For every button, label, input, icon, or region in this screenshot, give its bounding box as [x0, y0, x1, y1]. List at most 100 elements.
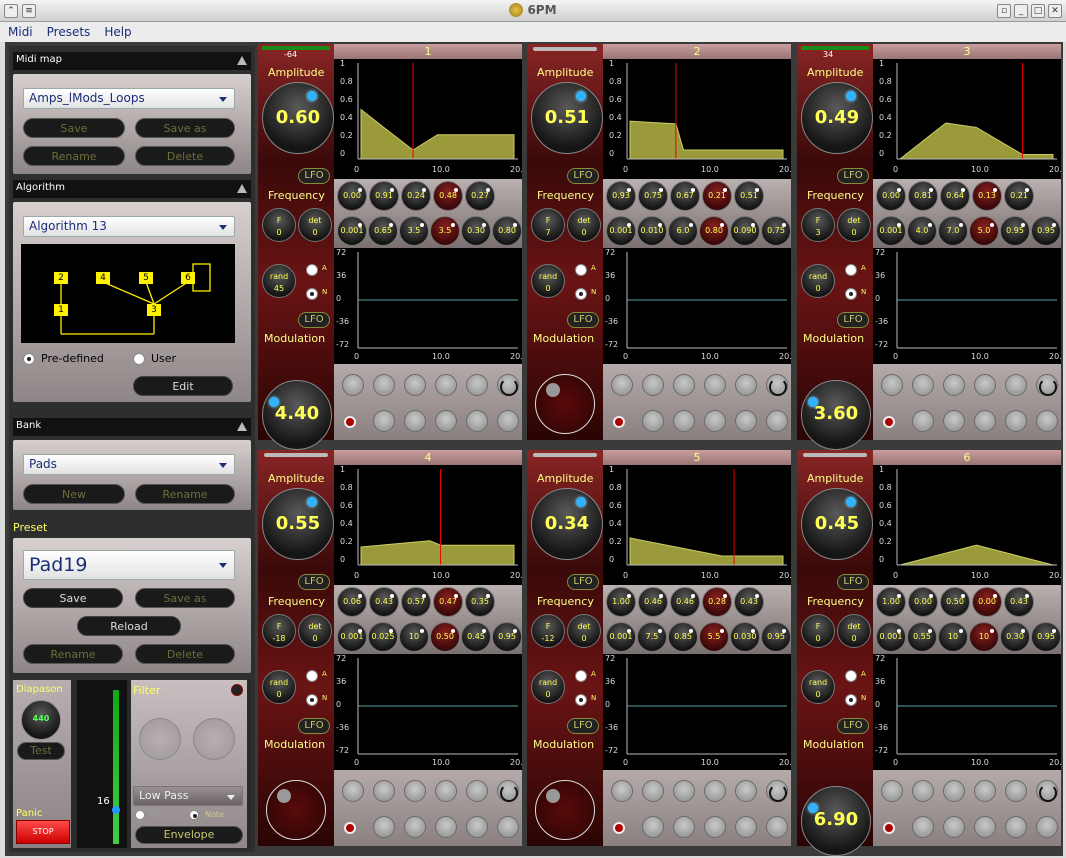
mod-knob[interactable]: [373, 816, 395, 838]
mod-knob[interactable]: [673, 410, 695, 432]
mod-knob[interactable]: [943, 816, 965, 838]
pan-slider[interactable]: [801, 46, 869, 50]
amp-env-knob[interactable]: 0.64: [940, 181, 970, 211]
freq-env-knob[interactable]: 0.090: [730, 216, 760, 246]
freq-lfo-button[interactable]: LFO: [837, 312, 869, 328]
mod-knob[interactable]: [466, 374, 488, 396]
amp-env-knob[interactable]: 0.43: [369, 587, 399, 617]
freq-lfo-button[interactable]: LFO: [567, 312, 599, 328]
mod-knob[interactable]: [881, 780, 903, 802]
freq-n-radio[interactable]: [845, 694, 857, 706]
freq-det-knob[interactable]: det 0: [837, 208, 871, 242]
freq-a-radio[interactable]: [575, 264, 587, 276]
filter-enable-icon[interactable]: [231, 684, 243, 696]
freq-a-radio[interactable]: [845, 264, 857, 276]
amp-env-knob[interactable]: 0.43: [1004, 587, 1034, 617]
freq-env-knob[interactable]: 10: [399, 622, 429, 652]
freq-env-knob[interactable]: 0.025: [368, 622, 398, 652]
amp-lfo-button[interactable]: LFO: [567, 574, 599, 590]
amp-envelope-graph[interactable]: 1 0.8 0.6 0.4 0.2 0 0 10.0 20.: [873, 59, 1062, 179]
freq-env-knob[interactable]: 5.5: [699, 622, 729, 652]
mod-enable-icon[interactable]: [883, 416, 895, 428]
freq-env-knob[interactable]: 7.5: [637, 622, 667, 652]
freq-a-radio[interactable]: [575, 670, 587, 682]
loop-icon[interactable]: [769, 784, 787, 802]
modulation-knob[interactable]: 3.60: [801, 380, 871, 450]
mod-knob[interactable]: [435, 816, 457, 838]
freq-rand-knob[interactable]: rand 45: [262, 264, 296, 298]
midi-save-as-button[interactable]: Save as: [135, 118, 235, 138]
bank-rename-button[interactable]: Rename: [135, 484, 235, 504]
amp-env-knob[interactable]: 0.00: [908, 587, 938, 617]
freq-env-knob[interactable]: 0.95: [492, 622, 522, 652]
filter-type-select[interactable]: Low Pass: [133, 786, 243, 806]
amp-envelope-graph[interactable]: 1 0.8 0.6 0.4 0.2 0 0 10.0 20.: [603, 465, 792, 585]
filter-cutoff-knob[interactable]: [139, 718, 181, 760]
modulation-knob[interactable]: [535, 374, 595, 434]
bank-select[interactable]: Pads: [23, 454, 235, 475]
amplitude-knob[interactable]: 0.45: [801, 488, 873, 560]
mod-knob[interactable]: [1005, 410, 1027, 432]
freq-env-knob[interactable]: 0.80: [699, 216, 729, 246]
amp-env-knob[interactable]: 0.75: [638, 181, 668, 211]
envelope-button[interactable]: Envelope: [135, 826, 243, 844]
freq-envelope-graph[interactable]: 72 36 0 -36 -72 0 10.0 20.: [873, 248, 1062, 364]
mod-knob[interactable]: [673, 816, 695, 838]
mod-knob[interactable]: [1005, 780, 1027, 802]
amp-env-knob[interactable]: 0.81: [908, 181, 938, 211]
amp-envelope-graph[interactable]: 1 0.8 0.6 0.4 0.2 0 0 10.0 20.: [603, 59, 792, 179]
mod-knob[interactable]: [404, 816, 426, 838]
freq-envelope-graph[interactable]: 72 36 0 -36 -72 0 10.0 20.: [873, 654, 1062, 770]
freq-rand-knob[interactable]: rand 0: [531, 670, 565, 704]
collapse-icon[interactable]: [237, 184, 247, 193]
algorithm-edit-button[interactable]: Edit: [133, 376, 233, 396]
freq-env-knob[interactable]: 0.30: [1000, 622, 1030, 652]
freq-env-knob[interactable]: 0.001: [876, 216, 906, 246]
amp-lfo-button[interactable]: LFO: [837, 574, 869, 590]
freq-env-knob[interactable]: 0.001: [337, 216, 367, 246]
amp-env-knob[interactable]: 0.21: [1004, 181, 1034, 211]
preset-save-as-button[interactable]: Save as: [135, 588, 235, 608]
freq-env-knob[interactable]: 0.95: [1031, 216, 1061, 246]
amp-env-knob[interactable]: 0.21: [702, 181, 732, 211]
mod-knob[interactable]: [611, 374, 633, 396]
mod-knob[interactable]: [404, 410, 426, 432]
preset-delete-button[interactable]: Delete: [135, 644, 235, 664]
amplitude-knob[interactable]: 0.34: [531, 488, 603, 560]
amp-env-knob[interactable]: 0.00: [972, 587, 1002, 617]
amp-lfo-button[interactable]: LFO: [298, 574, 330, 590]
mod-knob[interactable]: [642, 374, 664, 396]
freq-envelope-graph[interactable]: 72 36 0 -36 -72 0 10.0 20.: [334, 248, 523, 364]
collapse-icon[interactable]: [237, 56, 247, 65]
amp-env-knob[interactable]: 0.47: [433, 587, 463, 617]
amp-env-knob[interactable]: 0.06: [337, 587, 367, 617]
freq-n-radio[interactable]: [306, 288, 318, 300]
mod-knob[interactable]: [974, 410, 996, 432]
menu-midi[interactable]: Midi: [0, 22, 39, 39]
amp-env-knob[interactable]: 0.27: [465, 181, 495, 211]
mod-knob[interactable]: [435, 374, 457, 396]
mod-knob[interactable]: [912, 816, 934, 838]
amp-env-knob[interactable]: 0.57: [401, 587, 431, 617]
freq-n-radio[interactable]: [845, 288, 857, 300]
mod-knob[interactable]: [673, 374, 695, 396]
mod-enable-icon[interactable]: [344, 416, 356, 428]
amp-env-knob[interactable]: 0.46: [670, 587, 700, 617]
freq-lfo-button[interactable]: LFO: [837, 718, 869, 734]
mod-knob[interactable]: [466, 410, 488, 432]
preset-reload-button[interactable]: Reload: [77, 616, 181, 636]
mod-enable-icon[interactable]: [613, 822, 625, 834]
freq-f-knob[interactable]: F7: [531, 208, 565, 242]
mod-knob[interactable]: [974, 374, 996, 396]
freq-env-knob[interactable]: 0.001: [606, 216, 636, 246]
panic-stop-button[interactable]: STOP: [16, 820, 70, 844]
freq-rand-knob[interactable]: rand 0: [801, 264, 835, 298]
amp-envelope-graph[interactable]: 1 0.8 0.6 0.4 0.2 0 0 10.0 20.: [334, 59, 523, 179]
menu-help[interactable]: Help: [96, 22, 137, 39]
algorithm-header[interactable]: Algorithm: [13, 180, 251, 198]
freq-env-knob[interactable]: 4.0: [907, 216, 937, 246]
mod-enable-icon[interactable]: [613, 416, 625, 428]
freq-env-knob[interactable]: 0.001: [606, 622, 636, 652]
mod-knob[interactable]: [673, 780, 695, 802]
pan-slider[interactable]: [533, 47, 597, 51]
